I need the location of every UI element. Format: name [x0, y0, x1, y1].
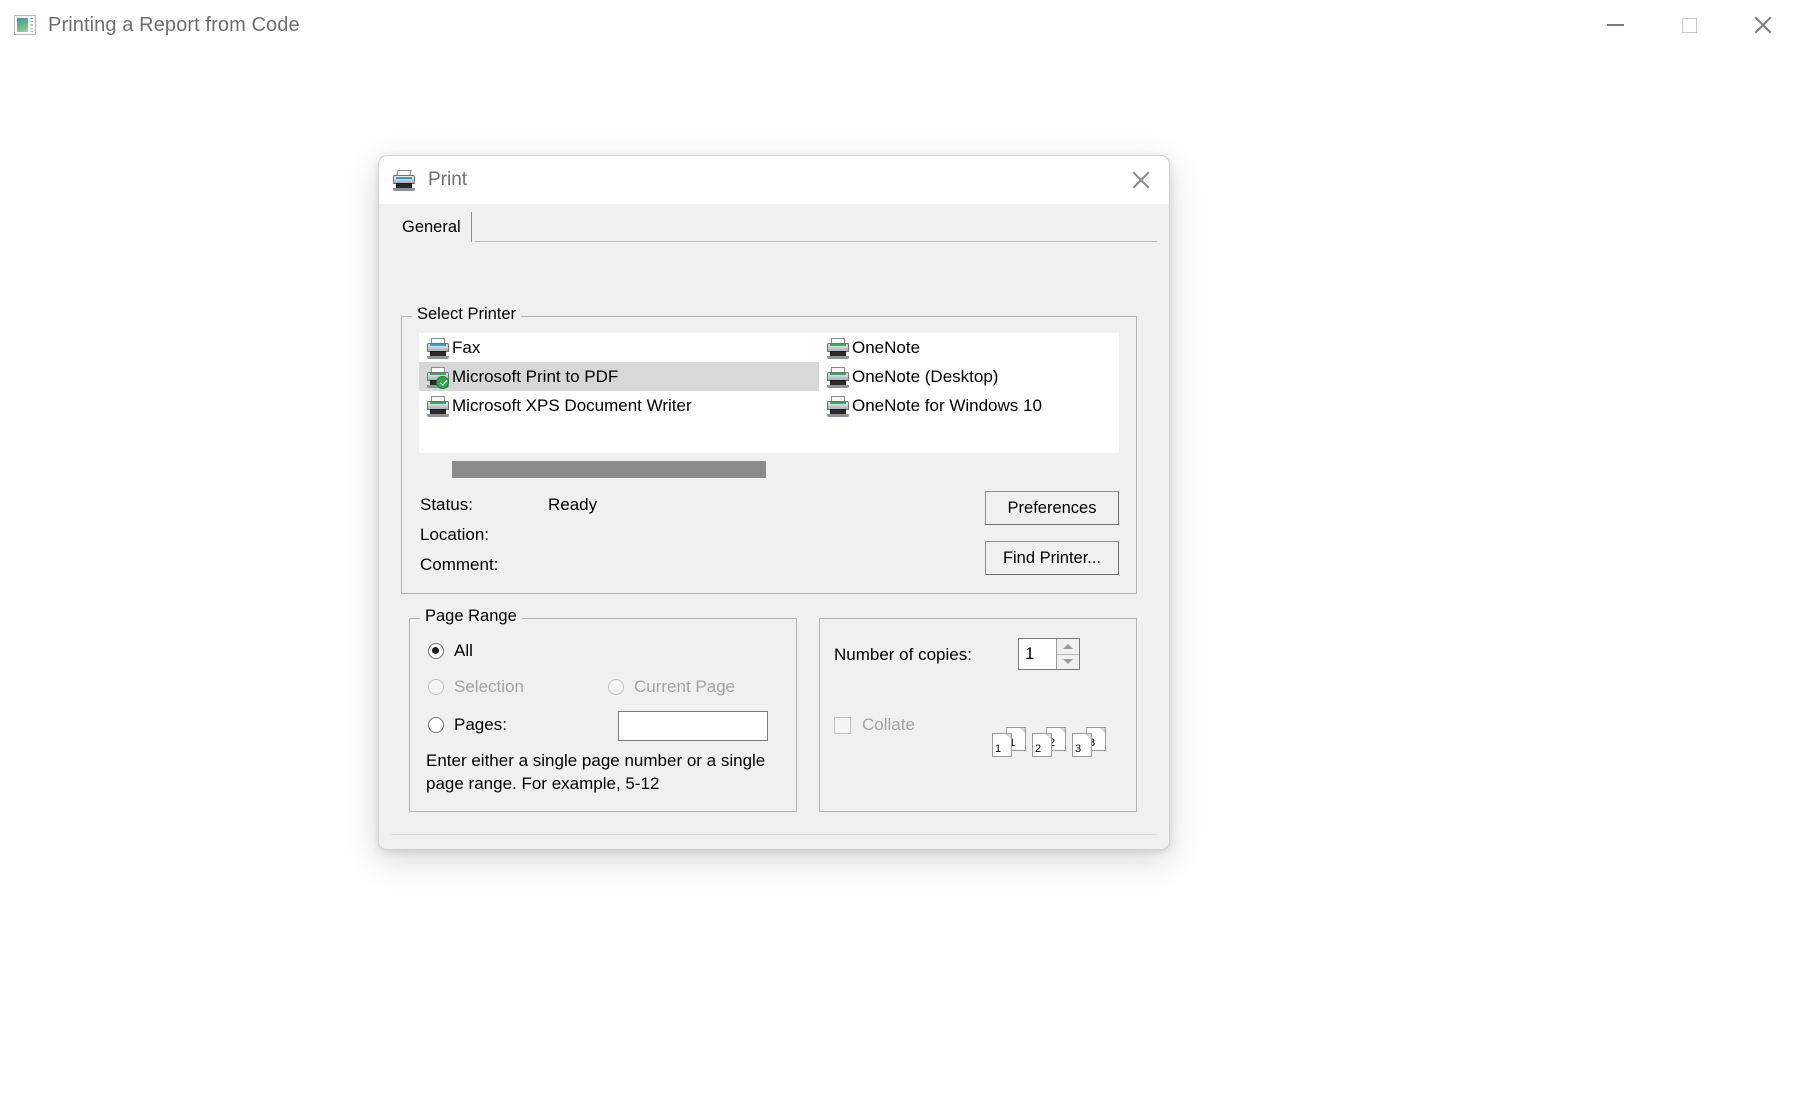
printer-list-item-onenote[interactable]: OneNote [819, 333, 1119, 362]
collate-pair-2: 2 2 [1032, 727, 1066, 757]
printer-status-block: Status: Ready Location: Comment: [420, 495, 597, 585]
printer-name: OneNote (Desktop) [852, 366, 999, 386]
printer-list-column-right: OneNote OneNote (Desktop) OneNote for Wi… [819, 333, 1119, 420]
window-title: Printing a Report from Code [48, 13, 300, 36]
dialog-body: General Select Printer Fax Microsoft Pri… [379, 204, 1169, 849]
close-button[interactable] [1726, 0, 1800, 50]
comment-row: Comment: [420, 555, 597, 585]
copies-label: Number of copies: [834, 645, 972, 664]
printer-list-item-onenote-for-windows-10[interactable]: OneNote for Windows 10 [819, 391, 1119, 420]
application-window: Printing a Report from Code Print Genera… [0, 0, 1800, 1100]
radio-current-page-label: Current Page [634, 677, 736, 696]
printer-list-item-onenote-desktop[interactable]: OneNote (Desktop) [819, 362, 1119, 391]
printer-name: OneNote for Windows 10 [852, 395, 1042, 415]
radio-all[interactable]: All [428, 641, 473, 661]
copies-input[interactable]: 1 [1019, 639, 1056, 669]
collate-sheet-front: 3 [1072, 733, 1092, 757]
radio-current-page-indicator [608, 679, 624, 695]
dialog-title: Print [428, 169, 468, 190]
copies-spin-buttons [1056, 639, 1079, 669]
collate-checkbox-indicator [834, 716, 851, 734]
page-range-legend: Page Range [420, 607, 522, 626]
minimize-icon [1606, 24, 1624, 26]
printer-icon [393, 170, 419, 191]
printer-icon [427, 395, 449, 417]
location-label: Location: [420, 525, 489, 544]
close-icon [1131, 170, 1151, 190]
status-row: Status: Ready [420, 495, 597, 525]
dialog-titlebar: Print [379, 156, 1169, 204]
comment-label: Comment: [420, 555, 499, 574]
radio-all-indicator [428, 643, 444, 659]
printer-name: Fax [452, 337, 481, 357]
printer-icon [827, 366, 849, 388]
printer-icon [427, 337, 449, 359]
radio-pages-indicator [428, 717, 444, 733]
report-icon-lines [30, 18, 33, 33]
copies-increment-button[interactable] [1057, 639, 1079, 655]
window-controls [1578, 0, 1800, 50]
scrollbar-thumb[interactable] [452, 461, 766, 478]
radio-selection-label: Selection [454, 677, 524, 696]
increment-icon [1063, 643, 1073, 649]
page-range-group: Page Range All Selection Current Page Pa… [409, 607, 797, 812]
printer-icon [827, 395, 849, 417]
radio-current-page: Current Page [608, 677, 735, 697]
collate-sheet-front: 2 [1032, 733, 1052, 757]
maximize-button[interactable] [1652, 0, 1726, 50]
status-value: Ready [548, 495, 598, 514]
tabstrip-divider [475, 241, 1157, 242]
tabstrip: General [393, 212, 1157, 242]
status-label: Status: [420, 495, 473, 514]
decrement-icon [1063, 659, 1073, 665]
radio-selection: Selection [428, 677, 524, 697]
printer-icon [827, 337, 849, 359]
radio-all-label: All [454, 641, 473, 660]
printer-name: OneNote [852, 337, 921, 357]
select-printer-legend: Select Printer [412, 305, 522, 324]
printer-name: Microsoft XPS Document Writer [452, 395, 692, 415]
collate-sheet-front: 1 [992, 733, 1012, 757]
copies-group: Number of copies: 1 Collate 1 1 2 2 3 3 [819, 618, 1137, 812]
collate-pair-3: 3 3 [1072, 727, 1106, 757]
print-dialog: Print General Select Printer Fax Microso… [378, 155, 1170, 850]
minimize-button[interactable] [1578, 0, 1652, 50]
preferences-button-label: Preferences [1007, 498, 1097, 517]
dialog-separator [391, 834, 1157, 835]
pages-input[interactable] [618, 711, 768, 741]
page-range-hint: Enter either a single page number or a s… [426, 751, 766, 793]
maximize-icon [1681, 17, 1697, 33]
location-row: Location: [420, 525, 597, 555]
report-icon-chart [17, 18, 28, 32]
preferences-button[interactable]: Preferences [985, 491, 1119, 525]
printer-list[interactable]: Fax Microsoft Print to PDF Microsoft XPS… [419, 333, 1119, 453]
printer-list-item-microsoft-print-to-pdf[interactable]: Microsoft Print to PDF [419, 362, 819, 391]
close-icon [1753, 15, 1773, 35]
radio-pages[interactable]: Pages: [428, 715, 507, 735]
printer-icon-default [427, 366, 449, 389]
default-printer-check-icon [436, 375, 449, 389]
find-printer-button-label: Find Printer... [1002, 548, 1102, 567]
printer-list-column-left: Fax Microsoft Print to PDF Microsoft XPS… [419, 333, 819, 420]
collate-pair-1: 1 1 [992, 727, 1026, 757]
collate-label: Collate [862, 715, 915, 734]
select-printer-group: Select Printer Fax Microsoft Print to PD… [401, 305, 1137, 594]
printer-list-item-microsoft-xps-document-writer[interactable]: Microsoft XPS Document Writer [419, 391, 819, 420]
tab-general[interactable]: General [393, 212, 472, 242]
printer-list-item-fax[interactable]: Fax [419, 333, 819, 362]
report-preview-icon [14, 15, 36, 35]
find-printer-button[interactable]: Find Printer... [985, 541, 1119, 575]
window-titlebar: Printing a Report from Code [0, 0, 1800, 50]
collate-checkbox: Collate [834, 715, 915, 735]
printer-list-horizontal-scrollbar[interactable] [419, 461, 1119, 478]
copies-decrement-button[interactable] [1057, 654, 1079, 669]
tab-general-label: General [402, 217, 461, 236]
dialog-close-button[interactable] [1113, 156, 1169, 204]
radio-selection-indicator [428, 679, 444, 695]
radio-pages-label: Pages: [454, 715, 507, 734]
copies-stepper[interactable]: 1 [1018, 638, 1080, 670]
printer-name: Microsoft Print to PDF [452, 366, 619, 386]
collate-preview-icon: 1 1 2 2 3 3 [992, 727, 1106, 757]
